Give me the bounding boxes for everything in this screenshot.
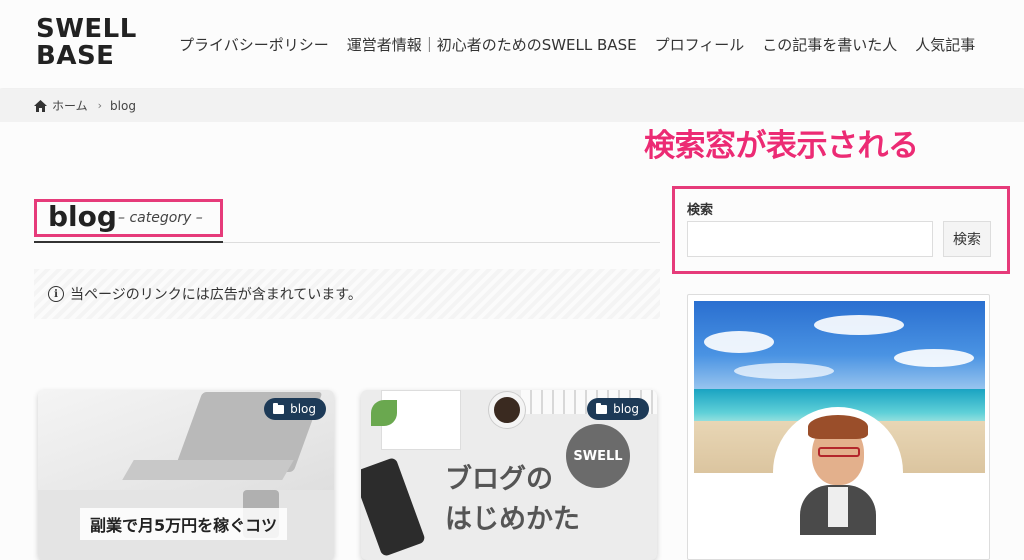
profile-widget [687,294,990,560]
breadcrumb-current: blog [110,98,136,113]
nav-item-popular[interactable]: 人気記事 [915,34,975,55]
folder-icon [596,402,608,414]
annotation-text: 検索窓が表示される [644,128,919,164]
category-badge-label: blog [290,402,316,416]
cover-cloud [734,363,834,379]
breadcrumb-home[interactable]: ホーム [52,97,88,114]
cover-cloud [894,349,974,367]
card-image-coffee [489,392,525,428]
card-image-plant [371,400,397,426]
breadcrumb: ホーム › blog [0,89,1024,122]
cover-cloud [704,331,774,353]
avatar-hair [808,415,868,439]
card-image-keyboard [122,460,294,480]
ad-notice: i 当ページのリンクには広告が含まれています。 [34,269,660,319]
search-input[interactable] [687,221,933,257]
card-title-line-1: ブログの [445,464,553,495]
card-title-text: ブログの はじめかた [445,460,580,540]
info-icon: i [48,286,64,302]
search-button[interactable]: 検索 [943,221,991,257]
site-header: SWELL BASE プライバシーポリシー 運営者情報｜初心者のためのSWELL… [0,0,1024,88]
home-icon [34,99,47,112]
folder-icon [273,402,285,414]
logo-line-1: SWELL [36,14,137,44]
global-nav: プライバシーポリシー 運営者情報｜初心者のためのSWELL BASE プロフィー… [179,34,975,55]
card-title-overlay: 副業で月5万円を稼ぐコツ [80,508,288,540]
site-logo[interactable]: SWELL BASE [36,16,137,70]
page-subtitle: – category – [118,210,203,226]
category-badge[interactable]: blog [587,398,649,420]
nav-item-operator[interactable]: 運営者情報｜初心者のためのSWELL BASE [347,34,637,55]
chevron-right-icon: › [97,99,103,112]
nav-item-privacy[interactable]: プライバシーポリシー [179,34,329,55]
category-badge[interactable]: blog [264,398,326,420]
nav-item-profile[interactable]: プロフィール [655,34,745,55]
post-card-2[interactable]: SWELL ブログの はじめかた blog [361,390,657,560]
avatar-shirt [828,487,848,527]
category-badge-label: blog [613,402,639,416]
ad-notice-text: 当ページのリンクには広告が含まれています。 [70,287,362,303]
avatar-glasses [818,447,860,457]
card-title-line-2: はじめかた [445,504,580,535]
logo-line-2: BASE [36,41,115,71]
nav-item-author[interactable]: この記事を書いた人 [762,34,897,55]
card-image-phone [361,456,427,558]
title-underline [34,241,223,243]
post-card-1[interactable]: blog 副業で月5万円を稼ぐコツ [38,390,334,560]
cover-cloud [814,315,904,335]
search-widget-title: 検索 [687,203,714,218]
page-title: blog [48,200,117,233]
